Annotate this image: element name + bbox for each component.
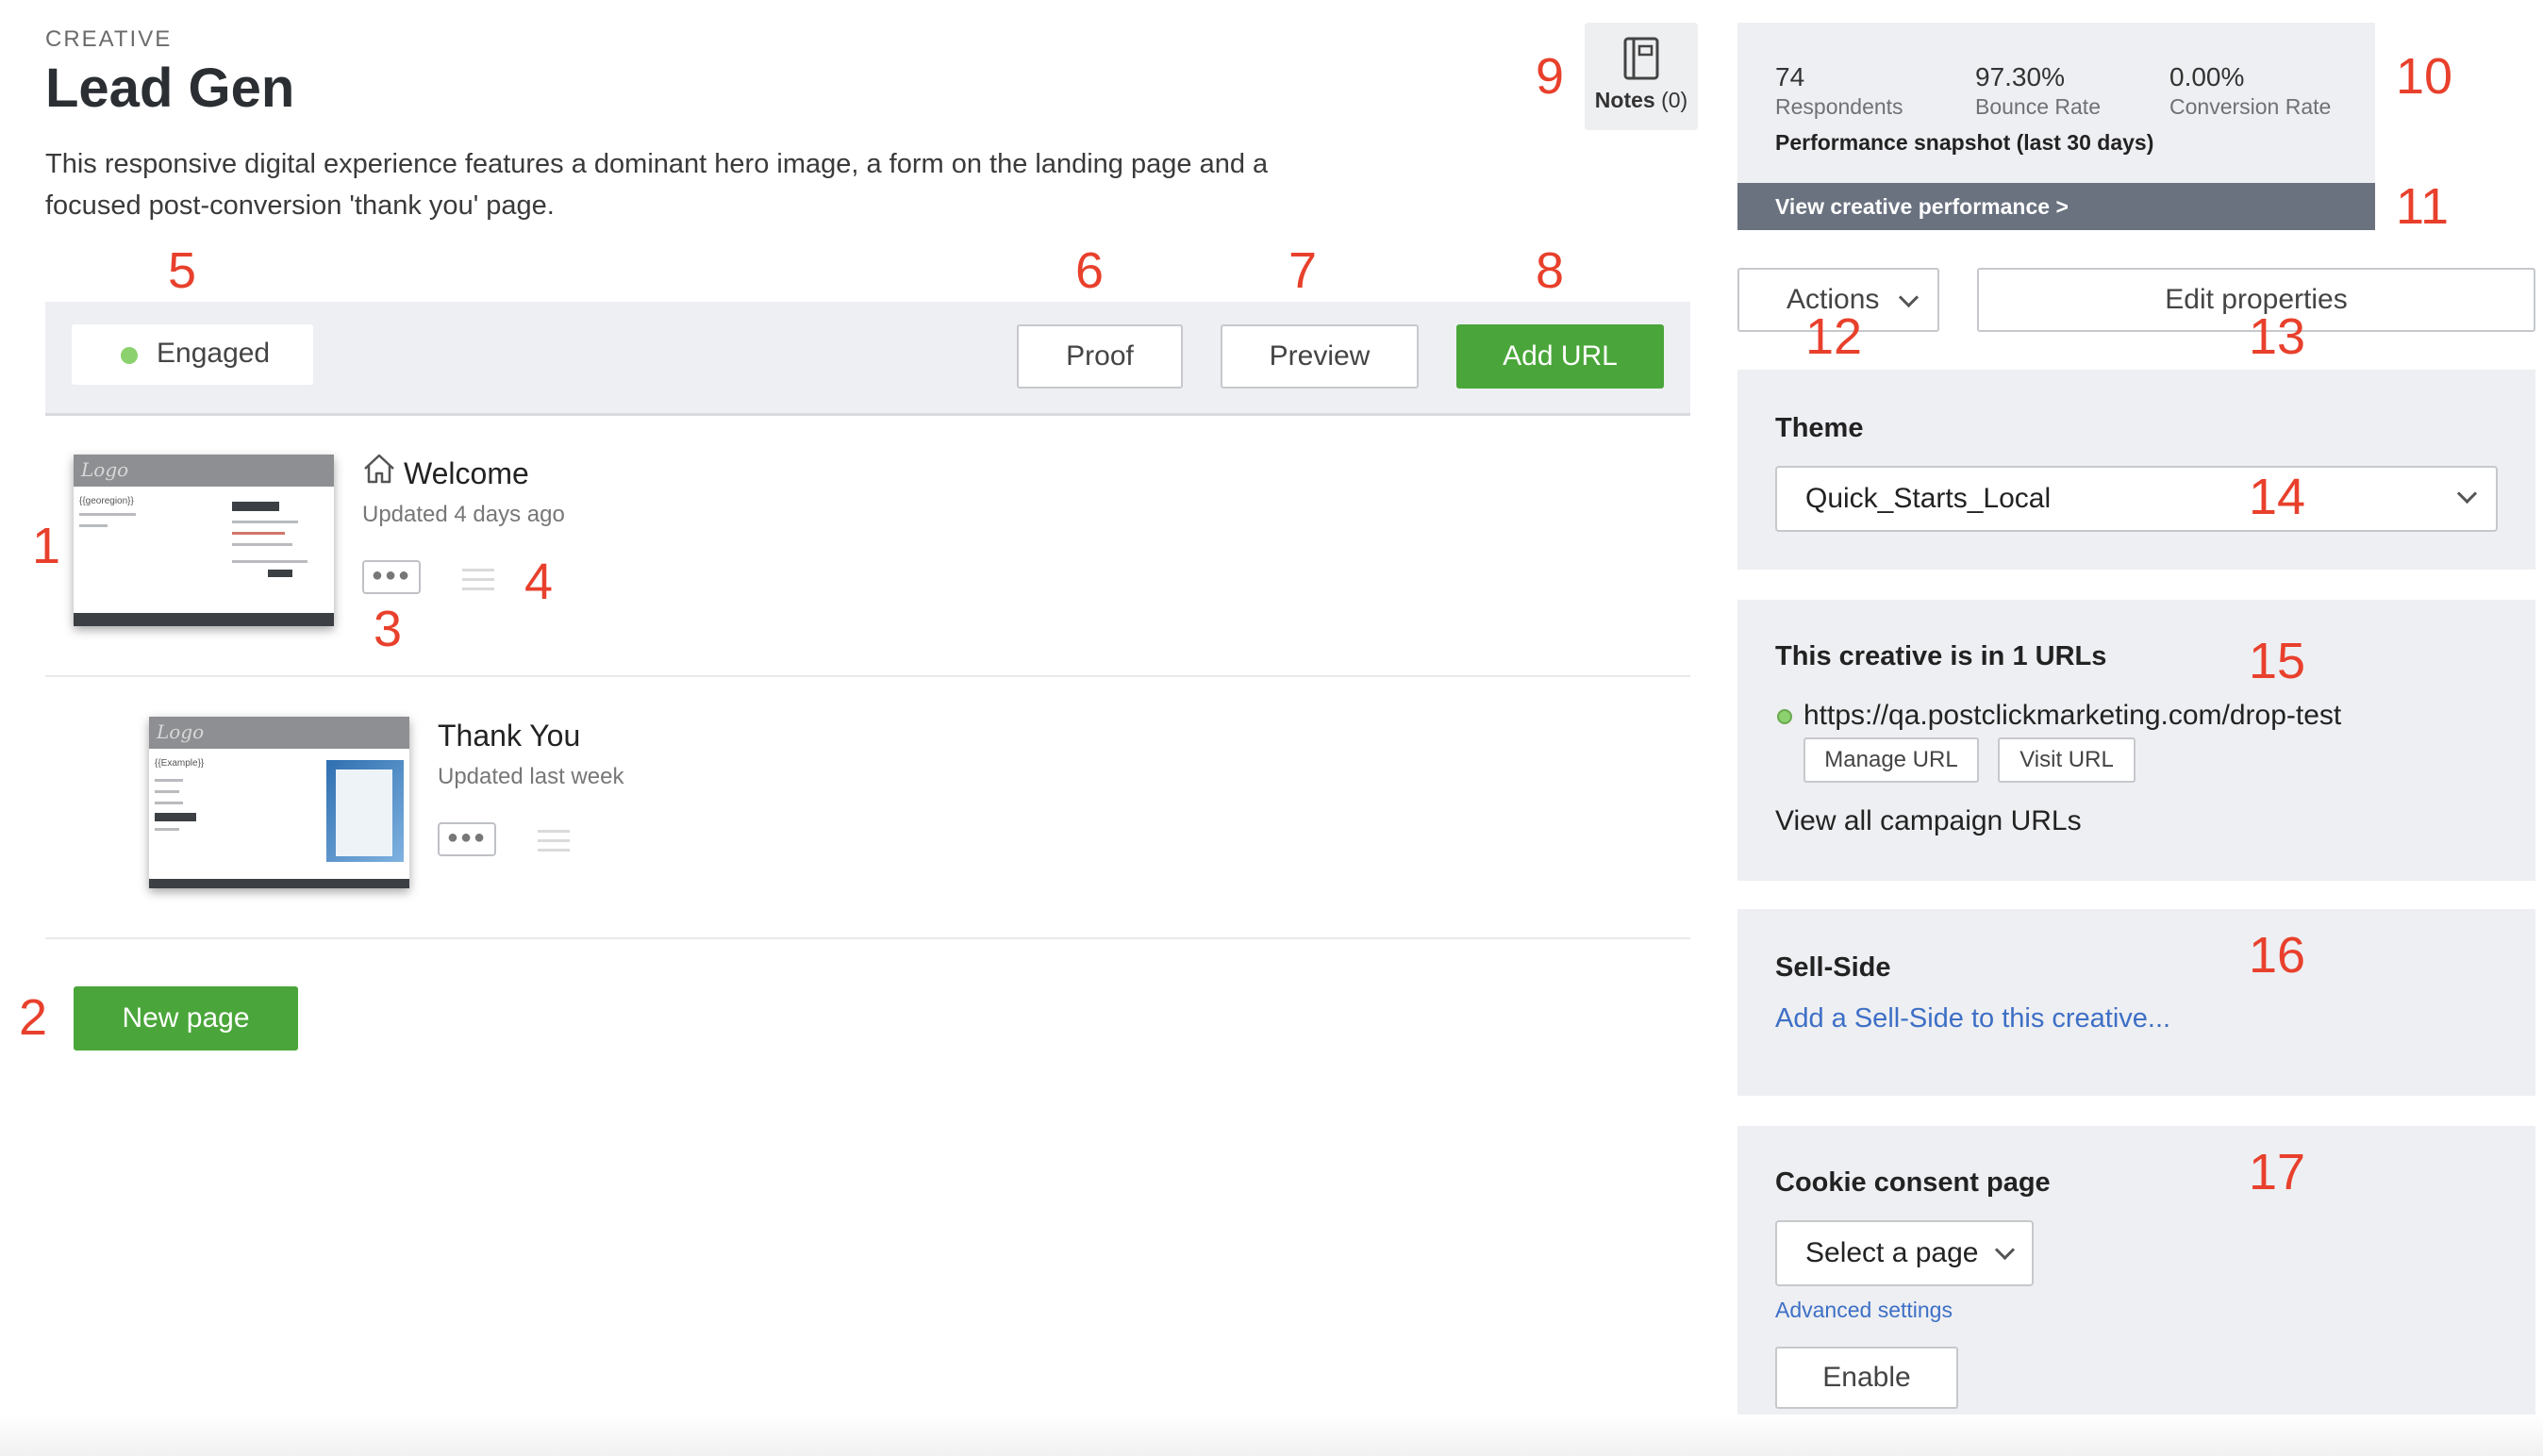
page-updated-thank-you: Updated last week <box>438 764 624 789</box>
add-sell-side-link[interactable]: Add a Sell-Side to this creative... <box>1775 1003 2170 1034</box>
cookie-select-label: Select a page <box>1805 1237 1979 1268</box>
notes-label: Notes <box>1594 88 1655 112</box>
thumb-logo: Logo <box>81 458 129 481</box>
page-updated-welcome: Updated 4 days ago <box>362 502 565 527</box>
callout-8: 8 <box>1536 242 1565 299</box>
manage-url-button[interactable]: Manage URL <box>1803 737 1979 783</box>
notes-count: (0) <box>1661 88 1688 112</box>
url-status-dot-icon <box>1777 709 1792 724</box>
page-name-thank-you[interactable]: Thank You <box>438 719 580 753</box>
sell-side-panel <box>1737 909 2535 1096</box>
callout-7: 7 <box>1288 242 1318 299</box>
chevron-down-icon <box>2456 483 2478 505</box>
callout-2: 2 <box>19 989 48 1046</box>
thumb-logo: Logo <box>157 720 205 743</box>
callout-16: 16 <box>2249 927 2306 984</box>
ellipsis-icon: ●●● <box>371 565 412 586</box>
callout-6: 6 <box>1075 242 1105 299</box>
enable-button[interactable]: Enable <box>1775 1347 1958 1409</box>
callout-10: 10 <box>2396 48 2453 105</box>
add-url-button[interactable]: Add URL <box>1456 324 1664 389</box>
status-label: Engaged <box>157 338 271 369</box>
performance-snapshot: 74 Respondents 97.30% Bounce Rate 0.00% … <box>1737 23 2375 183</box>
notebook-icon <box>1623 37 1659 80</box>
conversion-rate-value: 0.00% <box>2169 62 2245 91</box>
page-name-welcome[interactable]: Welcome <box>404 456 529 491</box>
callout-3: 3 <box>374 601 403 657</box>
drag-handle-icon[interactable] <box>538 830 570 858</box>
callout-4: 4 <box>524 554 554 610</box>
urls-title: This creative is in 1 URLs <box>1775 641 2107 671</box>
thumb-text: {{georegion}} <box>79 496 134 506</box>
url-text: https://qa.postclickmarketing.com/drop-t… <box>1803 700 2342 731</box>
callout-15: 15 <box>2249 633 2306 689</box>
sell-side-title: Sell-Side <box>1775 952 1891 983</box>
page-thumbnail-thank-you[interactable]: Logo {{Example}} <box>149 717 409 888</box>
proof-button[interactable]: Proof <box>1017 324 1183 389</box>
page-title: Lead Gen <box>45 58 295 119</box>
callout-14: 14 <box>2249 469 2306 525</box>
performance-caption: Performance snapshot (last 30 days) <box>1775 130 2154 155</box>
creative-description: This responsive digital experience featu… <box>45 149 1269 221</box>
chevron-down-icon <box>1898 287 1920 308</box>
status-dot-icon <box>121 347 138 364</box>
status-badge[interactable]: Engaged <box>72 324 313 385</box>
advanced-settings-link[interactable]: Advanced settings <box>1775 1298 1953 1323</box>
theme-select[interactable]: Quick_Starts_Local <box>1775 466 2498 532</box>
more-options-button[interactable]: ●●● <box>362 560 421 594</box>
callout-12: 12 <box>1805 308 1863 365</box>
callout-11: 11 <box>2396 178 2450 235</box>
section-eyebrow: CREATIVE <box>45 26 173 52</box>
chevron-down-icon <box>1994 1239 2016 1261</box>
page-thumbnail-welcome[interactable]: Logo {{georegion}} <box>74 455 334 626</box>
cookie-page-select[interactable]: Select a page <box>1775 1220 2034 1286</box>
callout-17: 17 <box>2249 1144 2306 1200</box>
view-performance-link[interactable]: View creative performance > <box>1737 183 2375 230</box>
theme-selected: Quick_Starts_Local <box>1805 483 2052 514</box>
theme-title: Theme <box>1775 413 1864 443</box>
new-page-button[interactable]: New page <box>74 986 298 1051</box>
view-performance-label: View creative performance > <box>1775 194 2069 219</box>
callout-9: 9 <box>1536 48 1565 105</box>
more-options-button[interactable]: ●●● <box>438 822 496 856</box>
callout-5: 5 <box>168 242 197 299</box>
home-icon <box>364 454 394 484</box>
drag-handle-icon[interactable] <box>462 569 494 597</box>
view-all-urls-link[interactable]: View all campaign URLs <box>1775 805 2082 837</box>
callout-1: 1 <box>32 518 61 574</box>
ellipsis-icon: ●●● <box>446 827 488 848</box>
respondents-value: 74 <box>1775 62 1805 91</box>
thumb-text: {{Example}} <box>155 758 205 769</box>
preview-button[interactable]: Preview <box>1221 324 1419 389</box>
bounce-rate-label: Bounce Rate <box>1975 94 2101 119</box>
callout-13: 13 <box>2249 308 2306 365</box>
visit-url-button[interactable]: Visit URL <box>1998 737 2136 783</box>
cookie-title: Cookie consent page <box>1775 1167 2051 1198</box>
notes-button[interactable]: Notes (0) <box>1585 23 1698 130</box>
bounce-rate-value: 97.30% <box>1975 62 2065 91</box>
respondents-label: Respondents <box>1775 94 1903 119</box>
conversion-rate-label: Conversion Rate <box>2169 94 2332 119</box>
